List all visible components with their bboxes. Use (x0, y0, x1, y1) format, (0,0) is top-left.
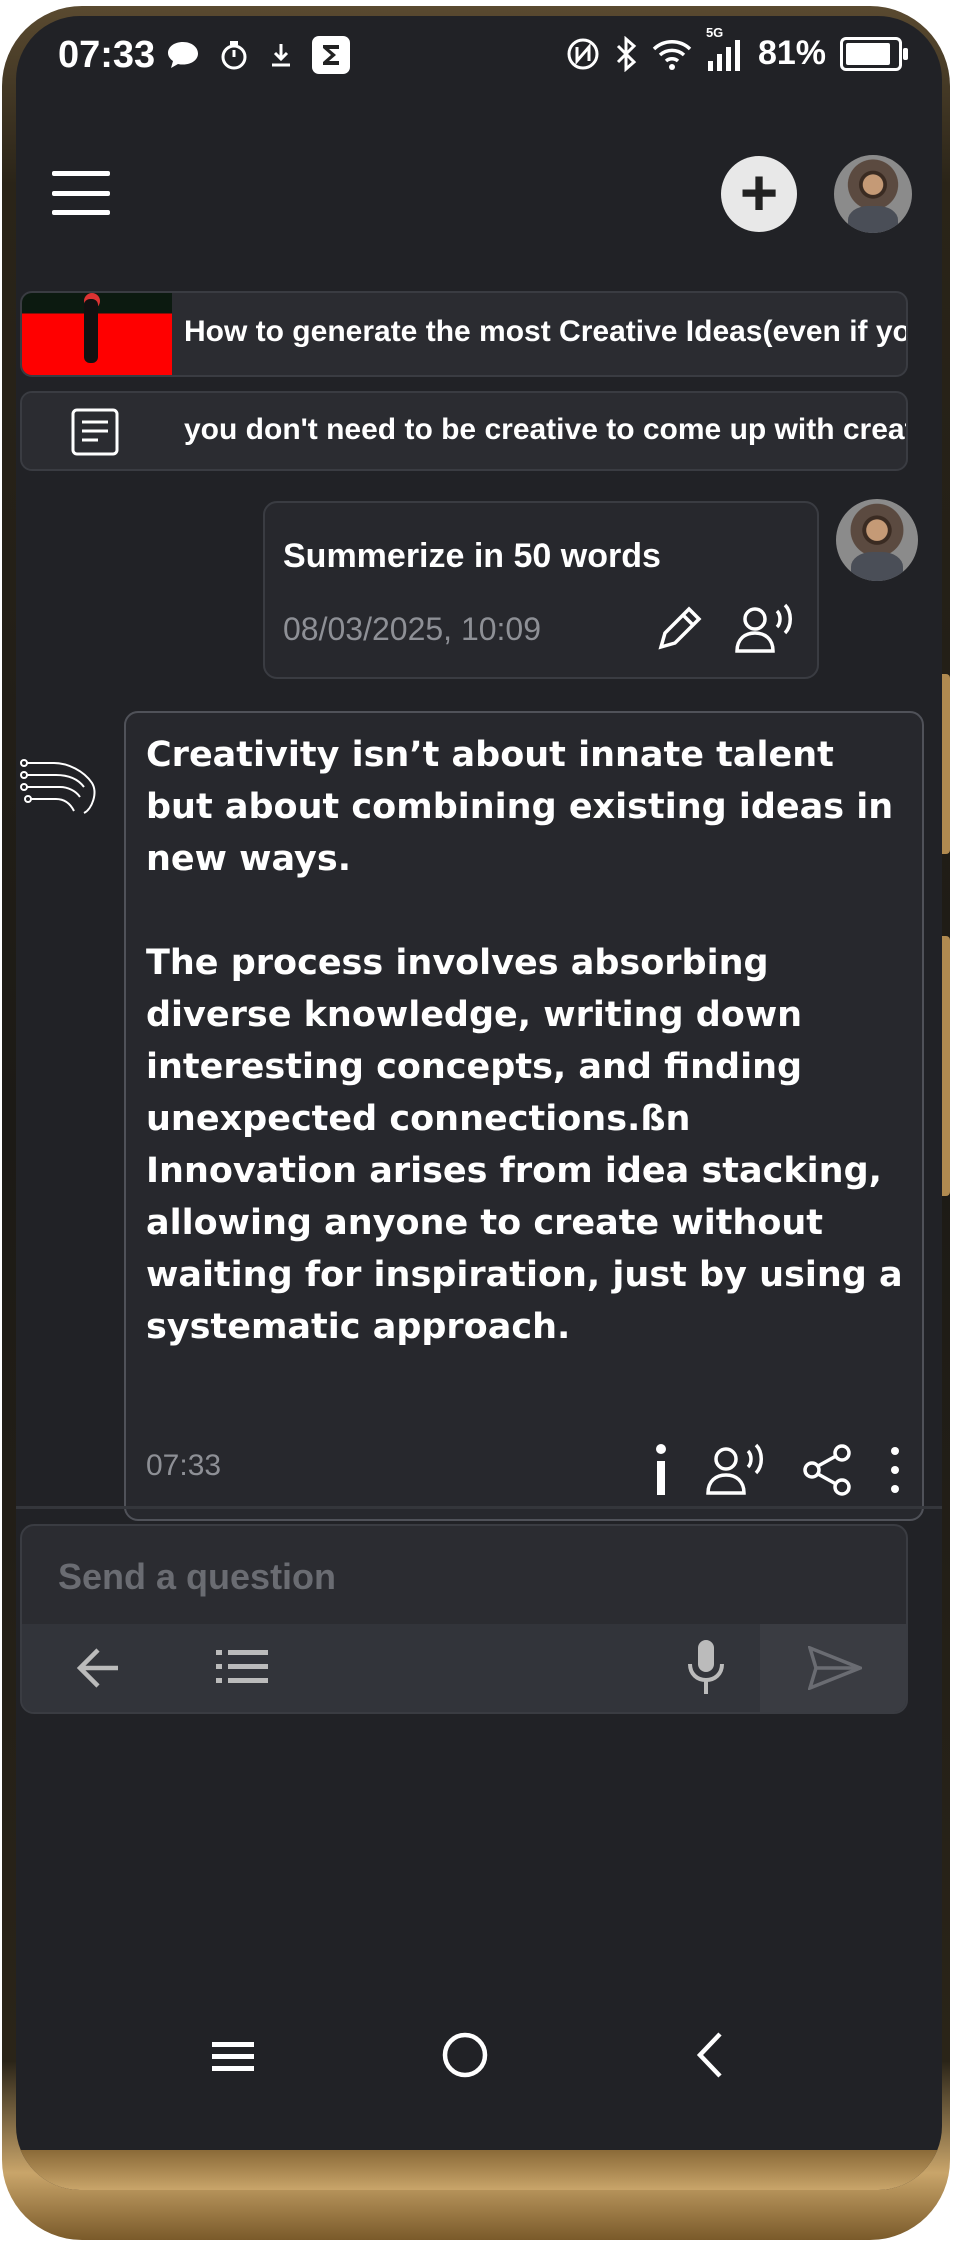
bluetooth-icon (616, 35, 637, 72)
more-vertical-icon[interactable] (888, 1443, 902, 1497)
status-bar: 07:33 5G 81% (16, 16, 942, 106)
battery-icon (840, 36, 908, 71)
message-actions (650, 1443, 902, 1497)
microphone-icon[interactable] (686, 1638, 726, 1696)
notification-icons (166, 36, 350, 74)
question-input[interactable] (56, 1548, 860, 1606)
info-icon[interactable] (650, 1443, 672, 1497)
status-right: 5G 81% (566, 25, 908, 73)
pencil-icon[interactable] (653, 603, 705, 655)
timer-icon (221, 41, 247, 70)
signal-icon: 5G (706, 25, 744, 73)
arrow-left-icon[interactable] (74, 1646, 120, 1690)
video-thumbnail (22, 293, 172, 375)
home-icon[interactable] (440, 2030, 490, 2080)
app-sigma-icon (312, 36, 350, 74)
speaker-person-icon[interactable] (735, 603, 797, 655)
user-message-text: Summerize in 50 words (283, 537, 661, 575)
user-message: Summerize in 50 words 08/03/2025, 10:09 (263, 501, 819, 679)
source-document-card[interactable]: you don't need to be creative to come up… (20, 391, 908, 471)
recent-apps-icon[interactable] (212, 2036, 254, 2076)
wifi-icon (652, 39, 692, 70)
send-icon[interactable] (808, 1646, 862, 1690)
send-area (760, 1624, 906, 1712)
new-chat-button[interactable]: + (721, 156, 797, 232)
back-icon[interactable] (694, 2030, 724, 2080)
speaker-person-icon[interactable] (706, 1443, 768, 1497)
document-icon (22, 393, 172, 469)
divider (16, 1506, 942, 1509)
status-time: 07:33 (58, 34, 156, 76)
assistant-message-text: Creativity isn’t about innate talent but… (146, 735, 903, 1347)
ai-hand-icon (20, 759, 96, 814)
avatar[interactable] (834, 155, 912, 233)
app-bar: + (16, 111, 942, 271)
phone-chin (16, 2150, 942, 2190)
list-icon[interactable] (216, 1648, 268, 1686)
composer (20, 1524, 908, 1714)
system-nav-bar (16, 2006, 942, 2116)
chat-bubble-icon (168, 42, 198, 68)
source-video-card[interactable]: How to generate the most Creative Ideas(… (20, 291, 908, 377)
nfc-icon (567, 38, 599, 69)
source-title: you don't need to be creative to come up… (184, 413, 906, 446)
source-title: How to generate the most Creative Ideas(… (184, 315, 906, 348)
assistant-message-time: 07:33 (146, 1449, 222, 1482)
assistant-message: Creativity isn’t about innate talent but… (124, 711, 924, 1521)
share-icon[interactable] (802, 1443, 854, 1497)
composer-toolbar (22, 1624, 906, 1712)
screen: 07:33 5G 81% + How to generate the most … (16, 16, 942, 2190)
network-type: 5G (705, 24, 724, 40)
user-message-timestamp: 08/03/2025, 10:09 (283, 611, 542, 647)
hamburger-icon[interactable] (52, 171, 110, 215)
user-avatar (836, 499, 918, 581)
download-icon (272, 44, 290, 67)
battery-percent: 81% (757, 34, 826, 72)
